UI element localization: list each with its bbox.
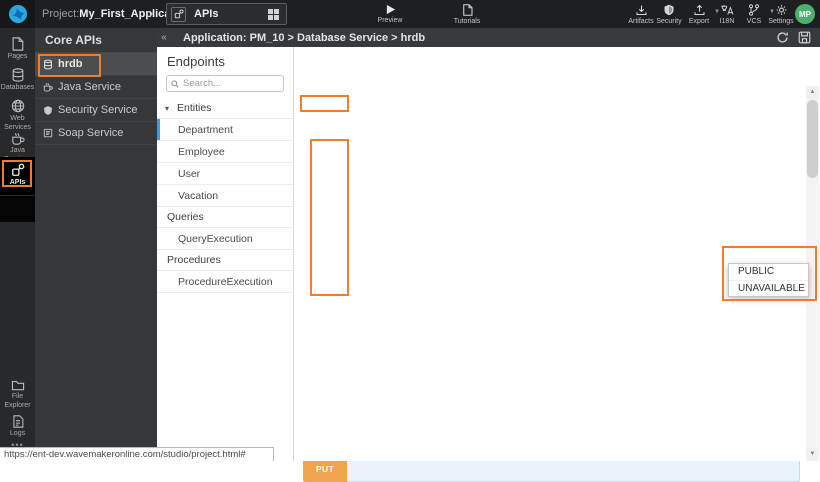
- refresh-button[interactable]: [776, 31, 789, 44]
- endpoint-item-vacation[interactable]: Vacation: [157, 185, 293, 207]
- endpoint-item-queryexecution[interactable]: QueryExecution: [157, 228, 293, 250]
- shield-icon: [43, 105, 53, 116]
- scrollbar-thumb[interactable]: [807, 100, 818, 178]
- scroll-up-button[interactable]: [806, 86, 819, 99]
- core-api-item-label: hrdb: [58, 58, 82, 70]
- database-icon: [11, 68, 25, 82]
- collapse-panel-icon[interactable]: [157, 32, 171, 43]
- i18n-label: I18N: [720, 18, 735, 25]
- document-icon: [462, 4, 473, 16]
- search-icon: [171, 80, 179, 88]
- sidebar-item-label: Pages: [8, 53, 28, 62]
- access-dropdown-menu: PUBLIC UNAVAILABLE: [728, 263, 809, 297]
- endpoints-search-input[interactable]: [183, 78, 273, 89]
- tutorials-button[interactable]: Tutorials: [450, 4, 484, 25]
- save-button[interactable]: [798, 31, 811, 44]
- content-header-bar: Application: PM_10 > Database Service > …: [157, 28, 820, 47]
- chevron-right-icon: ›: [149, 6, 153, 20]
- preview-label: Preview: [378, 17, 403, 24]
- wavemaker-logo-icon: [8, 4, 28, 24]
- status-url-tooltip: https://ent-dev.wavemakeronline.com/stud…: [0, 447, 274, 461]
- tab-apis[interactable]: APIs: [166, 3, 287, 25]
- sidebar-divider-block: [0, 196, 35, 222]
- core-api-item-label: Soap Service: [58, 127, 123, 139]
- sidebar-item-web-services[interactable]: Web Services: [0, 99, 35, 133]
- logs-icon: [12, 415, 24, 428]
- endpoint-item-department[interactable]: Department: [157, 119, 293, 141]
- core-api-item-label: Java Service: [58, 81, 121, 93]
- sidebar-item-label: Logs: [10, 430, 25, 439]
- dropdown-option-unavailable[interactable]: UNAVAILABLE: [729, 280, 808, 296]
- core-api-item-soap-service[interactable]: Soap Service: [35, 122, 157, 145]
- play-icon: [385, 4, 396, 15]
- settings-button[interactable]: ▼ Settings: [764, 4, 798, 25]
- sidebar-item-logs[interactable]: Logs: [0, 415, 35, 439]
- dropdown-option-public[interactable]: PUBLIC: [729, 264, 808, 280]
- globe-icon: [11, 99, 25, 113]
- sidebar-item-label: APIs: [10, 179, 26, 188]
- sidebar-item-label: File Explorer: [0, 393, 35, 411]
- sidebar-item-pages[interactable]: Pages: [0, 37, 35, 62]
- breadcrumb: Application: PM_10 > Database Service > …: [183, 32, 776, 44]
- endpoints-panel: Endpoints Entities Department Employee U…: [157, 47, 294, 461]
- vcs-label: VCS: [747, 18, 761, 25]
- sidebar-item-apis[interactable]: APIs: [0, 163, 35, 188]
- security-label: Security: [656, 18, 681, 25]
- endpoints-group-procedures[interactable]: Procedures: [157, 250, 293, 271]
- scroll-down-button[interactable]: [806, 448, 819, 461]
- core-api-item-label: Security Service: [58, 104, 137, 116]
- preview-button[interactable]: Preview: [373, 4, 407, 24]
- settings-label: Settings: [768, 18, 793, 25]
- artifacts-label: Artifacts: [628, 18, 653, 25]
- project-prefix: Project:: [42, 8, 79, 20]
- shield-icon: [663, 4, 675, 16]
- security-button[interactable]: Security: [652, 4, 686, 25]
- wavemaker-logo[interactable]: [0, 0, 35, 28]
- gear-icon: [775, 4, 788, 16]
- sidebar-item-label: Databases: [1, 84, 34, 93]
- tab-apis-label: APIs: [194, 8, 268, 20]
- top-bar: Project:My_First_Application › APIs Prev…: [0, 0, 820, 28]
- i18n-icon: [720, 4, 734, 16]
- core-api-item-security-service[interactable]: Security Service: [35, 99, 157, 122]
- endpoints-group-queries[interactable]: Queries: [157, 207, 293, 228]
- export-upload-icon: [693, 4, 706, 16]
- apis-icon: [171, 7, 186, 22]
- database-icon: [43, 59, 53, 70]
- endpoint-item-employee[interactable]: Employee: [157, 141, 293, 163]
- sidebar-item-file-explorer[interactable]: File Explorer: [0, 379, 35, 411]
- main-content: [294, 47, 820, 461]
- sidebar-item-databases[interactable]: Databases: [0, 68, 35, 93]
- endpoints-search[interactable]: [166, 75, 284, 92]
- core-apis-title: Core APIs: [35, 28, 157, 53]
- apis-icon: [11, 163, 25, 177]
- sidebar-item-label: Web Services: [0, 115, 35, 133]
- artifacts-download-icon: [635, 4, 648, 16]
- endpoints-title: Endpoints: [157, 47, 293, 74]
- endpoints-group-entities[interactable]: Entities: [157, 98, 293, 119]
- left-icon-sidebar: Pages Databases Web Services Java Servic…: [0, 28, 35, 461]
- pages-icon: [11, 37, 24, 51]
- endpoint-item-user[interactable]: User: [157, 163, 293, 185]
- branch-icon: [748, 4, 760, 16]
- endpoint-item-procedureexecution[interactable]: ProcedureExecution: [157, 271, 293, 293]
- coffee-icon: [43, 82, 53, 92]
- tutorials-label: Tutorials: [454, 18, 481, 25]
- coffee-icon: [11, 132, 25, 145]
- grid-icon[interactable]: [268, 9, 279, 20]
- core-apis-panel: Core APIs hrdb Java Service Security Ser…: [35, 28, 157, 461]
- soap-icon: [43, 128, 53, 138]
- export-label: Export: [689, 18, 709, 25]
- core-api-item-hrdb[interactable]: hrdb: [35, 53, 157, 76]
- user-avatar[interactable]: MP: [795, 4, 815, 24]
- core-api-item-java-service[interactable]: Java Service: [35, 76, 157, 99]
- folder-icon: [11, 379, 25, 391]
